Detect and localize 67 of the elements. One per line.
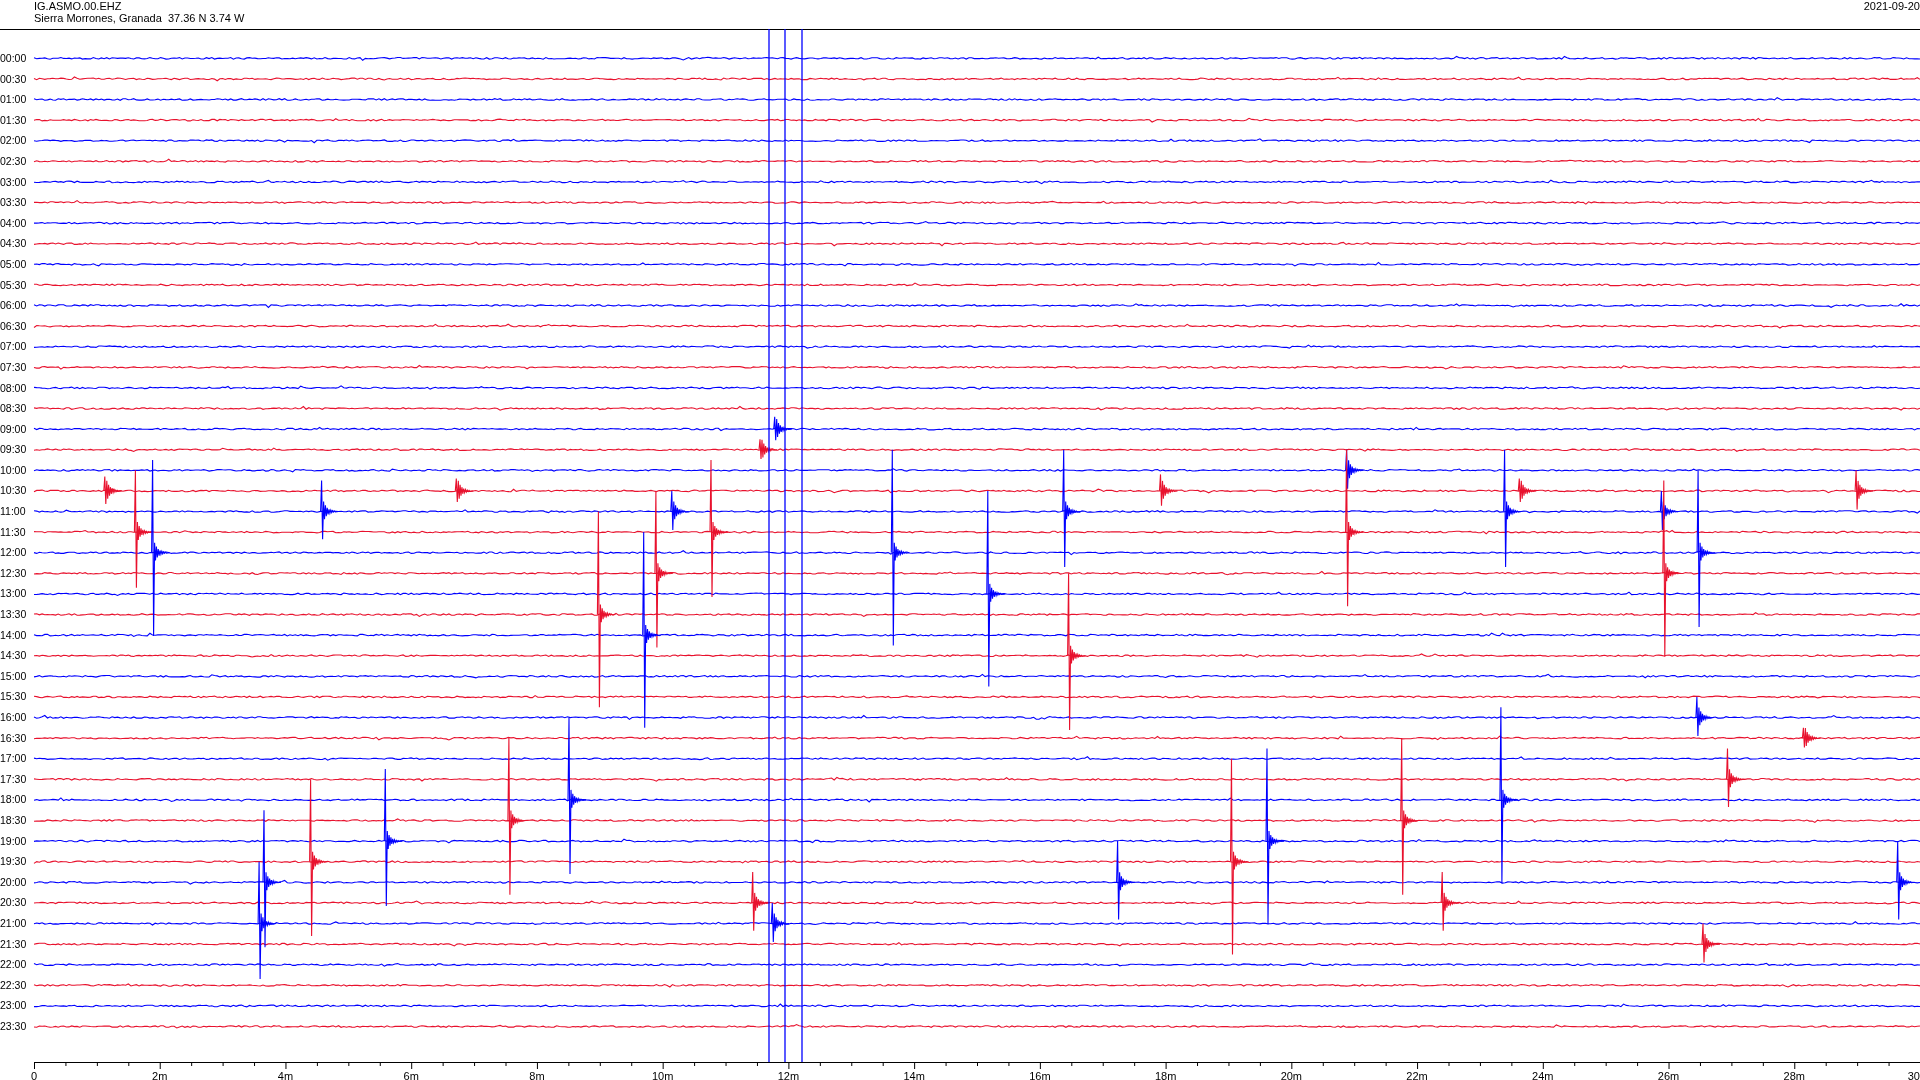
time-label: 10:30 bbox=[0, 483, 28, 499]
time-label: 05:30 bbox=[0, 277, 28, 293]
time-label: 09:30 bbox=[0, 442, 28, 458]
time-label: 20:30 bbox=[0, 895, 28, 911]
time-label: 17:30 bbox=[0, 771, 28, 787]
date-label: 2021-09-20 bbox=[1863, 0, 1920, 12]
station-code: IG.ASMO.00.EHZ bbox=[34, 0, 123, 12]
axis-label: 14m bbox=[903, 1069, 925, 1080]
time-label: 09:00 bbox=[0, 421, 28, 437]
axis-label: 18m bbox=[1154, 1069, 1177, 1080]
time-label: 18:00 bbox=[0, 792, 28, 808]
time-label: 15:00 bbox=[0, 668, 28, 684]
time-label: 14:30 bbox=[0, 648, 28, 664]
axis-label: 2m bbox=[152, 1069, 168, 1080]
time-label: 08:00 bbox=[0, 380, 28, 396]
time-label: 21:00 bbox=[0, 915, 28, 931]
time-label: 02:30 bbox=[0, 153, 28, 169]
axis-label: 12m bbox=[777, 1069, 800, 1080]
time-label: 00:30 bbox=[0, 71, 28, 87]
time-label: 03:30 bbox=[0, 195, 28, 211]
time-label: 12:30 bbox=[0, 565, 28, 581]
time-label: 23:30 bbox=[0, 1018, 28, 1034]
time-label: 23:00 bbox=[0, 998, 28, 1014]
station-location: Sierra Morrones, Granada 37.36 N 3.74 W bbox=[34, 12, 245, 24]
time-label: 01:00 bbox=[0, 92, 28, 108]
time-label: 04:30 bbox=[0, 236, 28, 252]
time-label: 13:30 bbox=[0, 607, 28, 623]
time-label: 06:30 bbox=[0, 318, 28, 334]
time-label: 13:00 bbox=[0, 586, 28, 602]
axis-label: 28m bbox=[1783, 1069, 1805, 1080]
time-label: 05:00 bbox=[0, 256, 28, 272]
axis-label: 30 bbox=[1907, 1069, 1920, 1080]
time-label: 16:30 bbox=[0, 730, 28, 746]
time-label: 00:00 bbox=[0, 51, 28, 66]
axis-label: 8m bbox=[529, 1069, 545, 1080]
time-label: 18:30 bbox=[0, 812, 28, 828]
time-label: 19:30 bbox=[0, 854, 28, 870]
time-label: 02:00 bbox=[0, 133, 28, 149]
time-label: 22:30 bbox=[0, 977, 28, 993]
axis-label: 0 bbox=[30, 1069, 38, 1080]
axis-label: 20m bbox=[1280, 1069, 1303, 1080]
time-label: 11:00 bbox=[0, 504, 27, 520]
time-label: 21:30 bbox=[0, 936, 28, 952]
time-label: 01:30 bbox=[0, 112, 28, 128]
time-label: 08:30 bbox=[0, 401, 28, 417]
axis-label: 16m bbox=[1029, 1069, 1051, 1080]
time-label: 20:00 bbox=[0, 874, 28, 890]
time-label: 07:30 bbox=[0, 359, 28, 375]
time-label: 07:00 bbox=[0, 339, 28, 355]
axis-label: 10m bbox=[651, 1069, 674, 1080]
time-label: 03:00 bbox=[0, 174, 28, 190]
axis-label: 24m bbox=[1532, 1069, 1554, 1080]
time-label: 15:30 bbox=[0, 689, 28, 705]
time-label: 16:00 bbox=[0, 710, 28, 725]
time-label: 06:00 bbox=[0, 298, 28, 314]
axis-label: 4m bbox=[277, 1069, 294, 1080]
time-label: 10:00 bbox=[0, 462, 28, 478]
time-label: 11:30 bbox=[0, 524, 27, 540]
axis-label: 6m bbox=[403, 1069, 419, 1080]
time-label: 17:00 bbox=[0, 751, 28, 767]
time-label: 22:00 bbox=[0, 957, 28, 973]
time-label: 04:00 bbox=[0, 215, 28, 231]
time-label: 14:00 bbox=[0, 627, 28, 643]
axis-label: 22m bbox=[1406, 1069, 1428, 1080]
time-label: 12:00 bbox=[0, 545, 28, 561]
axis-label: 26m bbox=[1657, 1069, 1680, 1080]
time-label: 19:00 bbox=[0, 833, 28, 849]
